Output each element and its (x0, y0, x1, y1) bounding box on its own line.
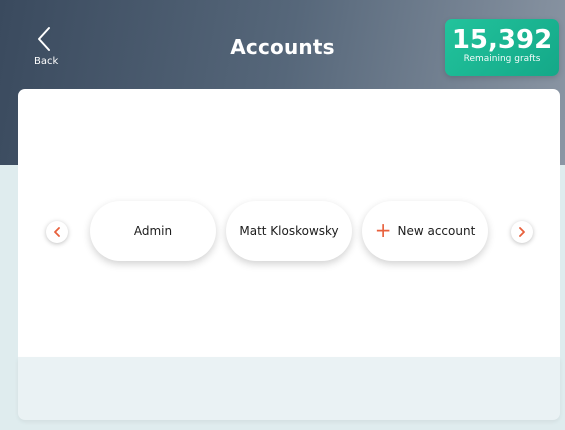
grafts-count: 15,392 (451, 25, 553, 55)
chevron-left-icon (54, 227, 60, 237)
carousel-prev-button[interactable] (46, 221, 68, 243)
account-label: Admin (133, 224, 173, 238)
remaining-grafts-badge: 15,392 Remaining grafts (445, 19, 559, 76)
account-admin-button[interactable]: Admin (90, 201, 216, 261)
plus-icon: + (374, 218, 392, 242)
new-account-button[interactable]: + New account (362, 201, 488, 261)
account-matt-kloskowsky-button[interactable]: Matt Kloskowsky (226, 201, 352, 261)
account-label: Matt Kloskowsky (239, 224, 339, 238)
carousel-next-button[interactable] (511, 221, 533, 243)
new-account-label: New account (397, 224, 476, 238)
card-footer (18, 357, 560, 420)
chevron-right-icon (519, 227, 525, 237)
grafts-label: Remaining grafts (463, 54, 541, 64)
